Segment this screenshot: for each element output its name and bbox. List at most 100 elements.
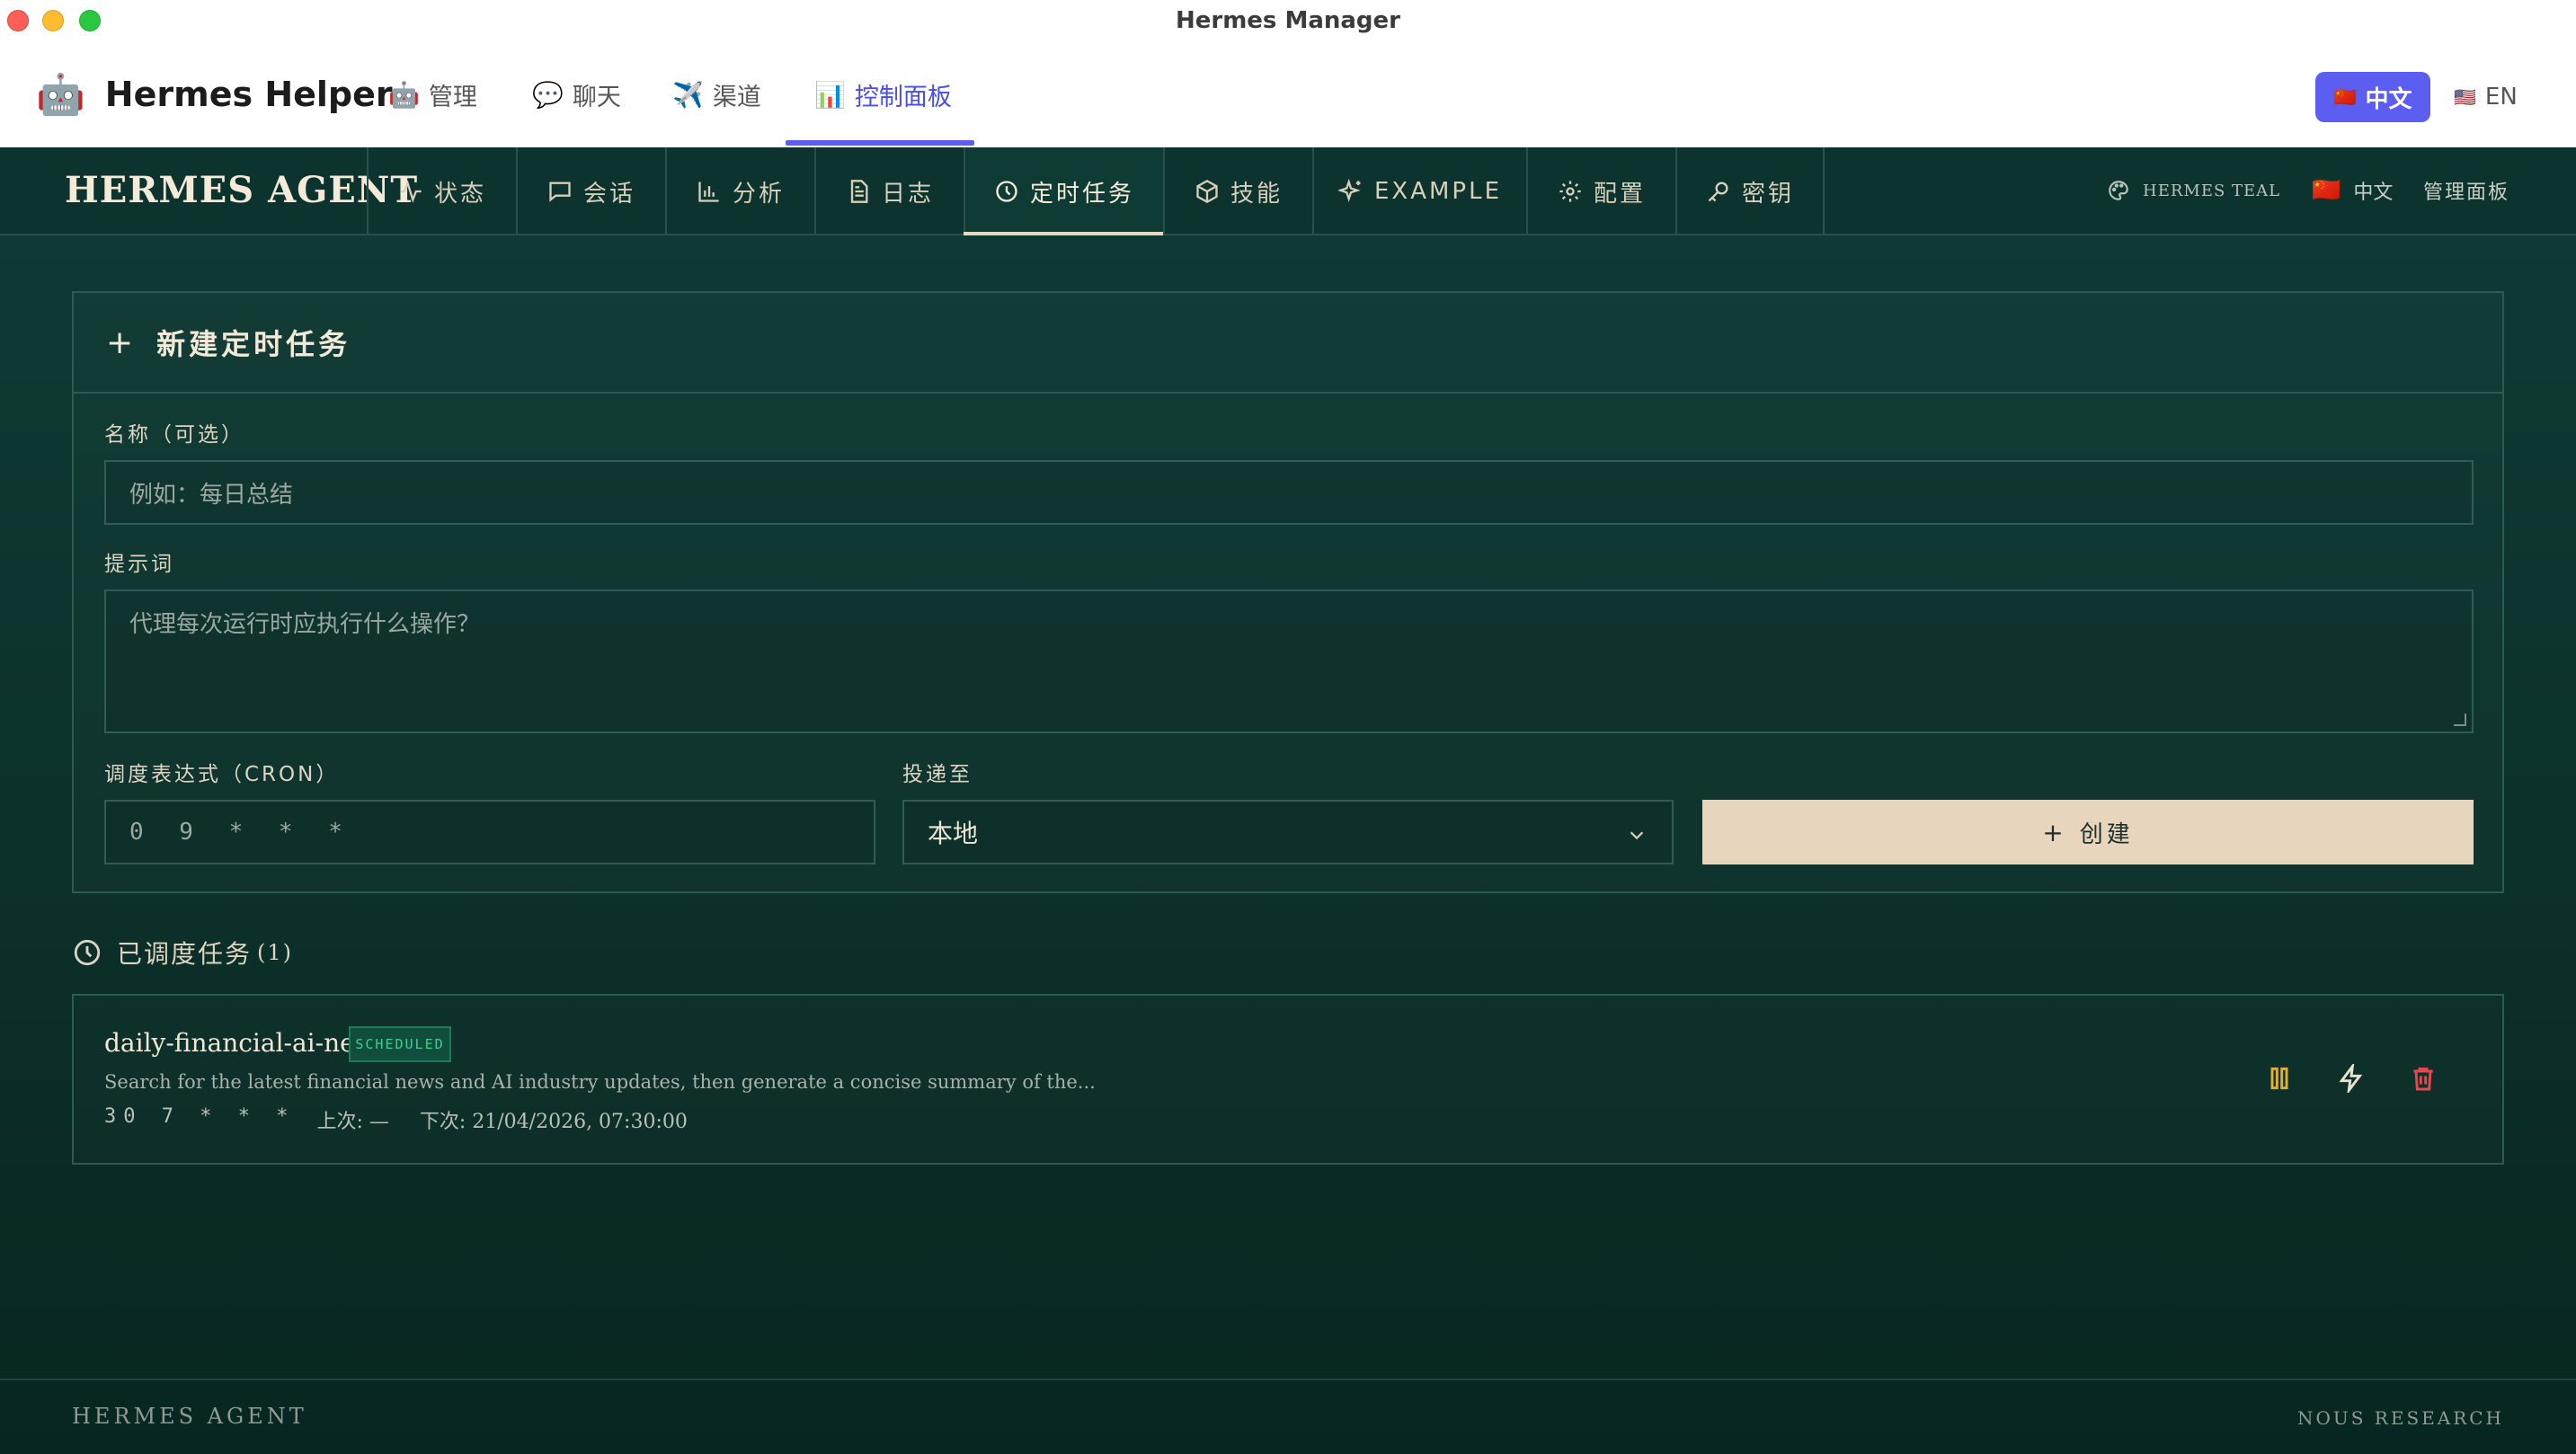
- nav-keys[interactable]: 密钥: [1675, 147, 1825, 235]
- chevron-down-icon: [1630, 831, 1644, 840]
- language-zh-button[interactable]: 🇨🇳 中文: [2315, 72, 2430, 122]
- nav-label: 会话: [582, 180, 635, 208]
- dashboard-logo: HERMES AGENT: [65, 169, 419, 211]
- active-tab-indicator: [786, 140, 974, 146]
- deliver-label: 投递至: [902, 763, 973, 786]
- lightning-icon: [2339, 1064, 2363, 1093]
- nav-label: 密钥: [1741, 180, 1794, 208]
- nav-status[interactable]: 状态: [367, 147, 516, 235]
- job-cron: 30 7 * * *: [104, 1105, 296, 1128]
- window-title: Hermes Manager: [1175, 7, 1400, 34]
- language-zh-label: 中文: [2365, 85, 2412, 113]
- app-brand: 🤖 Hermes Helper: [36, 70, 393, 119]
- robot-icon: 🤖: [36, 72, 85, 118]
- section-title: 已调度任务: [117, 939, 253, 969]
- clock-icon: [996, 181, 1017, 202]
- cron-input[interactable]: 0 9 * * *: [104, 800, 875, 864]
- china-flag-icon: 🇨🇳: [2312, 177, 2341, 204]
- cron-label: 调度表达式（CRON）: [104, 763, 340, 786]
- deliver-select[interactable]: 本地: [902, 800, 1674, 864]
- new-cron-job-card: + 新建定时任务 名称（可选） 例如：每日总结 提示词 代理每次运行时应执行什么…: [72, 291, 2504, 893]
- gear-icon: [1559, 181, 1581, 202]
- nav-label: 定时任务: [1029, 180, 1134, 208]
- new-cron-job-header: + 新建定时任务: [74, 293, 2502, 394]
- theme-selector[interactable]: HERMES TEAL: [2107, 174, 2280, 207]
- name-label: 名称（可选）: [104, 423, 244, 447]
- dashboard-footer: HERMES AGENT NOUS RESEARCH: [0, 1379, 2576, 1454]
- package-icon: [1196, 179, 1218, 204]
- nav-analytics[interactable]: 分析: [665, 147, 814, 235]
- clock-icon: [74, 939, 101, 966]
- nav-label: EXAMPLE: [1373, 178, 1503, 205]
- app-header: 🤖 Hermes Helper 🤖 管理 💬 聊天 ✈️ 渠道 📊 控制面板 🇨…: [0, 41, 2576, 147]
- app-tab-label: 渠道: [712, 83, 761, 111]
- scheduled-section-title: 已调度任务 (1): [72, 935, 293, 971]
- create-button[interactable]: + 创建: [1702, 800, 2474, 864]
- job-next-run: 下次: 21/04/2026, 07:30:00: [419, 1111, 688, 1133]
- app-tab-label: 聊天: [572, 83, 621, 111]
- app-tab-manage[interactable]: 🤖 管理: [388, 74, 477, 115]
- nav-label: 日志: [881, 180, 934, 208]
- nav-sessions[interactable]: 会话: [516, 147, 665, 235]
- trash-icon: [2413, 1067, 2433, 1091]
- job-description: Search for the latest financial news and…: [104, 1071, 1096, 1093]
- job-row: daily-financial-ai-news SCHEDULED Search…: [72, 994, 2504, 1165]
- app-name: Hermes Helper: [104, 75, 393, 114]
- app-tab-chat[interactable]: 💬 聊天: [532, 74, 621, 115]
- nav-skills[interactable]: 技能: [1163, 147, 1312, 235]
- card-title: 新建定时任务: [156, 327, 351, 361]
- status-badge: SCHEDULED: [349, 1026, 451, 1062]
- nav-label: 分析: [732, 180, 785, 208]
- dashboard-nav: HERMES AGENT 状态 会话 分析 日志 定时任务 技能 EXAMPLE…: [0, 147, 2576, 235]
- language-en-button[interactable]: 🇺🇸 EN: [2454, 81, 2518, 113]
- dashboard: HERMES AGENT 状态 会话 分析 日志 定时任务 技能 EXAMPLE…: [0, 147, 2576, 1454]
- app-tab-channels[interactable]: ✈️ 渠道: [672, 74, 761, 115]
- nav-label: 状态: [433, 180, 486, 208]
- nav-config[interactable]: 配置: [1526, 147, 1675, 235]
- plus-icon: +: [106, 324, 138, 361]
- run-now-button[interactable]: [2330, 1057, 2373, 1100]
- robot-icon: 🤖: [388, 79, 420, 110]
- job-name: daily-financial-ai-news: [104, 1028, 390, 1058]
- speech-bubble-icon: 💬: [532, 79, 564, 110]
- china-flag-icon: 🇨🇳: [2333, 86, 2357, 108]
- prompt-placeholder: 代理每次运行时应执行什么操作？: [129, 611, 481, 638]
- sparkles-icon: [1337, 179, 1361, 202]
- airplane-icon: ✈️: [672, 79, 704, 110]
- palette-icon: [2109, 181, 2128, 200]
- admin-panel-link[interactable]: 管理面板: [2423, 174, 2509, 207]
- nav-label: 配置: [1593, 180, 1646, 208]
- app-tab-label: 控制面板: [854, 83, 952, 111]
- window-titlebar: Hermes Manager: [0, 0, 2576, 41]
- job-count: (1): [257, 940, 294, 965]
- activity-icon: [400, 180, 422, 203]
- nav-example[interactable]: EXAMPLE: [1312, 147, 1526, 235]
- app-tab-label: 管理: [428, 83, 477, 111]
- deliver-value: 本地: [928, 819, 979, 848]
- nav-logs[interactable]: 日志: [814, 147, 964, 235]
- document-icon: [850, 180, 868, 203]
- app-tab-dashboard[interactable]: 📊 控制面板: [814, 74, 952, 115]
- plus-icon: +: [2042, 817, 2067, 847]
- key-icon: [1708, 182, 1728, 202]
- language-label: 中文: [2353, 182, 2394, 204]
- chat-icon: [549, 182, 571, 202]
- nav-cron[interactable]: 定时任务: [964, 147, 1163, 235]
- footer-left: HERMES AGENT: [72, 1404, 307, 1429]
- resize-handle-icon[interactable]: [2454, 714, 2466, 726]
- create-label: 创建: [2079, 820, 2134, 848]
- us-flag-icon: 🇺🇸: [2454, 86, 2476, 108]
- job-meta: 30 7 * * * 上次: — 下次: 21/04/2026, 07:30:0…: [104, 1105, 718, 1134]
- delete-button[interactable]: [2402, 1057, 2445, 1100]
- bar-chart-icon: [698, 182, 719, 202]
- language-en-label: EN: [2484, 84, 2518, 111]
- name-input[interactable]: 例如：每日总结: [104, 460, 2474, 525]
- prompt-label: 提示词: [104, 553, 174, 576]
- job-last-run: 上次: —: [316, 1111, 389, 1133]
- theme-label: HERMES TEAL: [2143, 181, 2281, 200]
- prompt-textarea[interactable]: 代理每次运行时应执行什么操作？: [104, 590, 2474, 733]
- footer-right: NOUS RESEARCH: [2296, 1407, 2504, 1429]
- pause-icon: [2270, 1067, 2288, 1090]
- dashboard-language-toggle[interactable]: 🇨🇳 中文: [2312, 174, 2393, 207]
- pause-button[interactable]: [2258, 1057, 2301, 1100]
